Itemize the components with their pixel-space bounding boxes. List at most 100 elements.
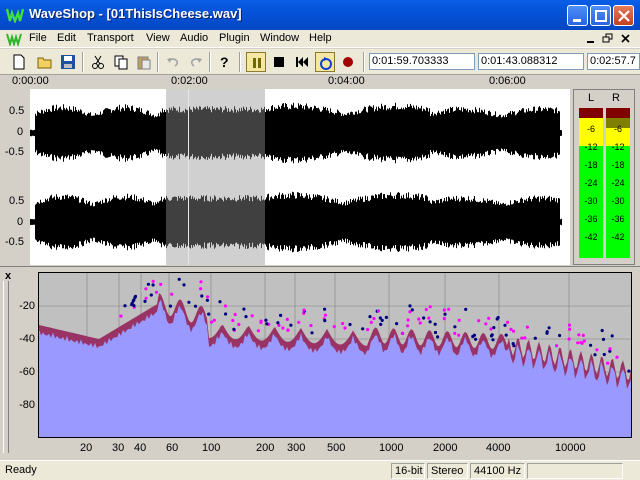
menu-transport[interactable]: Transport (87, 32, 134, 44)
rewind-button[interactable] (292, 52, 312, 72)
spectrum-peak-dot (323, 313, 327, 317)
spectrum-peak-dot (310, 331, 314, 335)
spectrum-peak-dot (250, 314, 254, 318)
db-label: -80 (19, 399, 35, 411)
rewind-icon (296, 57, 308, 67)
spectrum-peak-dot (199, 287, 203, 291)
menu-edit[interactable]: Edit (57, 32, 76, 44)
spectrum-peak-dot (576, 341, 580, 345)
menu-audio[interactable]: Audio (180, 32, 208, 44)
spectrum-peak-dot (159, 282, 163, 286)
minimize-button[interactable] (567, 5, 588, 26)
spectrum-peak-dot (154, 290, 159, 294)
spectrum-peak-dot (457, 318, 461, 322)
spectrum-peak-dot (212, 318, 216, 322)
undo-button[interactable] (163, 52, 183, 72)
spectrum-peak-dot (492, 326, 496, 330)
freq-label: 1000 (379, 442, 404, 454)
cut-button[interactable] (88, 52, 108, 72)
menu-view[interactable]: View (146, 32, 170, 44)
menu-plugin[interactable]: Plugin (219, 32, 250, 44)
spectrum-peak-dot (119, 314, 123, 318)
status-bar: Ready 16-bit Stereo 44100 Hz (0, 460, 640, 480)
meter-scale-label: -42 (584, 232, 598, 242)
spectrum-peak-dot (433, 322, 437, 326)
menu-bar: File Edit Transport View Audio Plugin Wi… (0, 30, 640, 48)
spectrum-peak-dot (146, 282, 150, 286)
meter-scale-label: -30 (611, 196, 625, 206)
copy-button[interactable] (111, 52, 131, 72)
paste-button[interactable] (134, 52, 154, 72)
loop-button[interactable] (315, 52, 335, 72)
save-button[interactable] (58, 52, 78, 72)
spectrum-peak-dot (484, 322, 488, 326)
spectrum-peak-dot (369, 320, 373, 324)
waveform-view[interactable]: 0.5 0 -0.5 0.5 0 -0.5 (0, 89, 570, 265)
spectrum-peak-dot (422, 316, 426, 320)
spectrum-peak-dot (424, 307, 428, 312)
spectrum-peak-dot (170, 292, 174, 296)
spectrum-peak-dot (477, 319, 481, 323)
mdi-restore-icon[interactable] (601, 32, 615, 45)
redo-icon (191, 58, 202, 67)
spectrum-peak-dot (187, 300, 191, 304)
close-button[interactable] (613, 5, 634, 26)
spectrum-peak-dot (151, 283, 155, 287)
spectrum-peak-dot (372, 316, 376, 321)
spectrum-peak-dot (472, 333, 476, 337)
new-button[interactable] (9, 52, 29, 72)
freq-label: 4000 (486, 442, 511, 454)
spectrum-peak-dot (495, 317, 499, 321)
help-question-icon: ? (220, 54, 229, 70)
waveform-channel (30, 102, 562, 164)
spectrum-peak-dot (490, 333, 494, 337)
spectrum-peak-dot (545, 330, 549, 334)
meter-scale-label: -12 (611, 142, 625, 152)
maximize-button[interactable] (590, 5, 611, 26)
loop-icon (320, 57, 332, 70)
spectrum-peak-dot (443, 312, 447, 316)
meter-scale-label: -24 (584, 178, 598, 188)
spectrum-peak-dot (487, 316, 491, 320)
redo-button[interactable] (186, 52, 206, 72)
spectrum-peak-dot (207, 312, 211, 316)
open-button[interactable] (35, 52, 55, 72)
length-time-field[interactable]: 0:02:57.7 (587, 53, 640, 70)
spectrum-peak-dot (453, 331, 457, 335)
spectrum-peak-dot (151, 279, 155, 283)
spectrum-peak-dot (520, 336, 524, 340)
record-button[interactable] (338, 52, 358, 72)
spectrum-peak-dot (512, 329, 516, 333)
spectrum-peak-dot (232, 327, 236, 331)
spectrum-peak-dot (149, 293, 153, 297)
spectrum-peak-dot (457, 333, 461, 337)
pause-icon (253, 58, 261, 68)
help-button[interactable]: ? (214, 52, 234, 72)
spectrum-peak-dot (533, 336, 537, 340)
selection-time-field[interactable]: 0:01:43.088312 (478, 53, 584, 70)
menu-file[interactable]: File (29, 32, 47, 44)
mdi-close-icon[interactable] (619, 32, 633, 45)
spectrum-peak-dot (193, 304, 198, 308)
spectrum-peak-dot (580, 341, 584, 345)
spectrum-peak-dot (400, 331, 404, 335)
spectrum-peak-dot (595, 348, 599, 352)
menu-help[interactable]: Help (309, 32, 332, 44)
stop-icon (274, 57, 284, 67)
stop-button[interactable] (269, 52, 289, 72)
time-ruler[interactable]: 0:00:00 0:02:00 0:04:00 0:06:00 (0, 75, 570, 89)
playback-cursor (188, 89, 189, 265)
spectrum-plot[interactable] (38, 272, 632, 438)
spectrum-peak-dot (509, 327, 513, 331)
mdi-minimize-icon[interactable] (584, 32, 598, 45)
menu-window[interactable]: Window (260, 32, 299, 44)
spectrum-peak-dot (555, 344, 559, 348)
cursor-time-field[interactable]: 0:01:59.703333 (369, 53, 475, 70)
toolbar: ? 0:01:59.703333 0:01:43.088312 0:02:57.… (0, 49, 640, 75)
time-label: 0:06:00 (489, 75, 526, 87)
spectrum-peak-dot (289, 323, 293, 327)
spectrum-peak-dot (408, 304, 412, 308)
document-logo-icon[interactable] (6, 32, 22, 46)
pause-button[interactable] (246, 52, 266, 72)
sample-rate-indicator: 44100 Hz (470, 463, 525, 479)
